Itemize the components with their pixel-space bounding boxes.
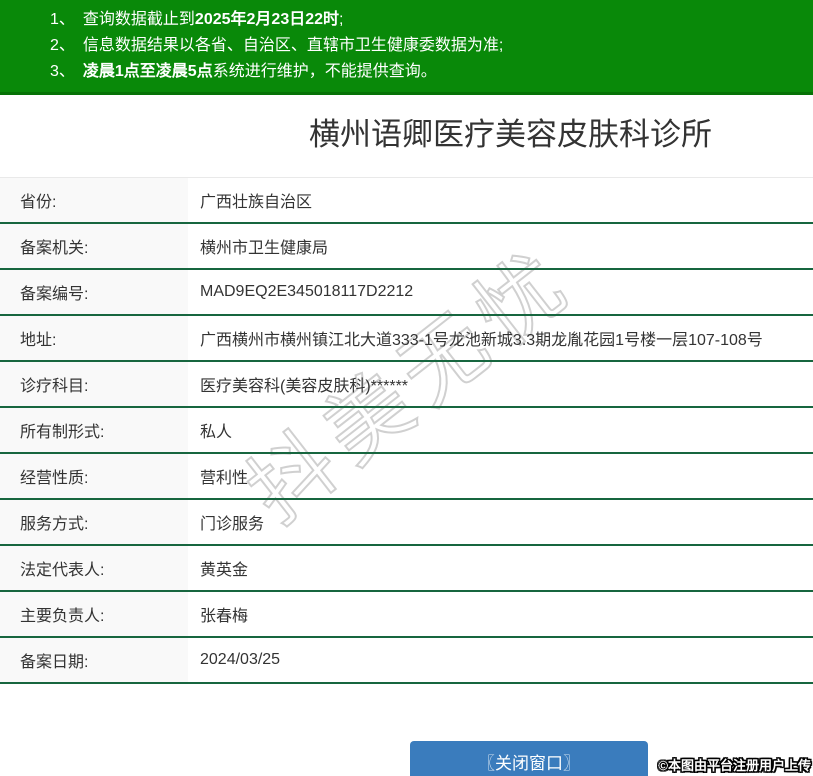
notice-line-3: 3、 凌晨1点至凌晨5点系统进行维护，不能提供查询。: [0, 59, 813, 85]
row-label: 服务方式:: [0, 500, 188, 544]
row-value: 横州市卫生健康局: [200, 240, 329, 257]
table-row-service-mode: 服务方式: 门诊服务: [0, 500, 813, 546]
row-value: MAD9EQ2E345018117D2212: [200, 283, 414, 300]
table-row-departments: 诊疗科目: 医疗美容科(美容皮肤科)******: [0, 362, 813, 408]
row-label: 地址:: [0, 316, 188, 360]
row-value: 营利性: [200, 470, 249, 487]
registration-info-table: 省份: 广西壮族自治区 备案机关: 横州市卫生健康局 备案编号: MAD9EQ2…: [0, 177, 813, 684]
row-label: 法定代表人:: [0, 546, 188, 590]
notice-text: 系统进行维护，不能提供查询。: [212, 63, 437, 80]
table-row-business-nature: 经营性质: 营利性: [0, 454, 813, 500]
notice-line-1: 1、 查询数据截止到2025年2月23日22时;: [0, 7, 813, 33]
row-value: 广西横州市横州镇江北大道333-1号龙池新城3.3期龙胤花园1号楼一层107-1…: [200, 332, 763, 349]
row-label: 经营性质:: [0, 454, 188, 498]
table-row-main-person-in-charge: 主要负责人: 张春梅: [0, 592, 813, 638]
notice-bold-text: 2025年2月23日22时: [194, 11, 340, 28]
row-label: 省份:: [0, 178, 188, 222]
row-label: 备案日期:: [0, 638, 188, 682]
notice-bold-text: 凌晨1点至凌晨5点: [82, 63, 213, 80]
notice-text: ;: [339, 11, 344, 28]
row-value: 2024/03/25: [200, 651, 281, 668]
row-label: 诊疗科目:: [0, 362, 188, 406]
row-value: 私人: [200, 424, 233, 441]
table-row-province: 省份: 广西壮族自治区: [0, 178, 813, 224]
row-label: 主要负责人:: [0, 592, 188, 636]
row-label: 备案编号:: [0, 270, 188, 314]
notice-line-2: 2、 信息数据结果以各省、自治区、直辖市卫生健康委数据为准;: [0, 33, 813, 59]
row-value: 张春梅: [200, 608, 249, 625]
upload-caption: ©本图由平台注册用户上传: [658, 758, 811, 773]
table-row-record-number: 备案编号: MAD9EQ2E345018117D2212: [0, 270, 813, 316]
close-window-button[interactable]: 〖关闭窗口〗: [410, 741, 648, 776]
notice-text: 查询数据截止到: [82, 11, 195, 28]
row-value: 医疗美容科(美容皮肤科)******: [200, 378, 409, 395]
notice-text: 信息数据结果以各省、自治区、直辖市卫生健康委数据为准;: [82, 37, 504, 54]
table-row-ownership: 所有制形式: 私人: [0, 408, 813, 454]
row-value: 广西壮族自治区: [200, 194, 313, 211]
notice-number: 2、: [50, 37, 75, 54]
table-row-record-date: 备案日期: 2024/03/25: [0, 638, 813, 684]
registration-query-page: 1、 查询数据截止到2025年2月23日22时; 2、 信息数据结果以各省、自治区、…: [0, 0, 813, 776]
row-value: 门诊服务: [200, 516, 265, 533]
row-label: 备案机关:: [0, 224, 188, 268]
notice-number: 3、: [50, 63, 75, 80]
table-row-address: 地址: 广西横州市横州镇江北大道333-1号龙池新城3.3期龙胤花园1号楼一层1…: [0, 316, 813, 362]
notice-banner: 1、 查询数据截止到2025年2月23日22时; 2、 信息数据结果以各省、自治区、…: [0, 0, 813, 95]
row-label: 所有制形式:: [0, 408, 188, 452]
notice-number: 1、: [50, 11, 75, 28]
table-row-legal-representative: 法定代表人: 黄英金: [0, 546, 813, 592]
clinic-title: 横州语卿医疗美容皮肤科诊所: [309, 117, 712, 152]
row-value: 黄英金: [200, 562, 249, 579]
table-row-authority: 备案机关: 横州市卫生健康局: [0, 224, 813, 270]
